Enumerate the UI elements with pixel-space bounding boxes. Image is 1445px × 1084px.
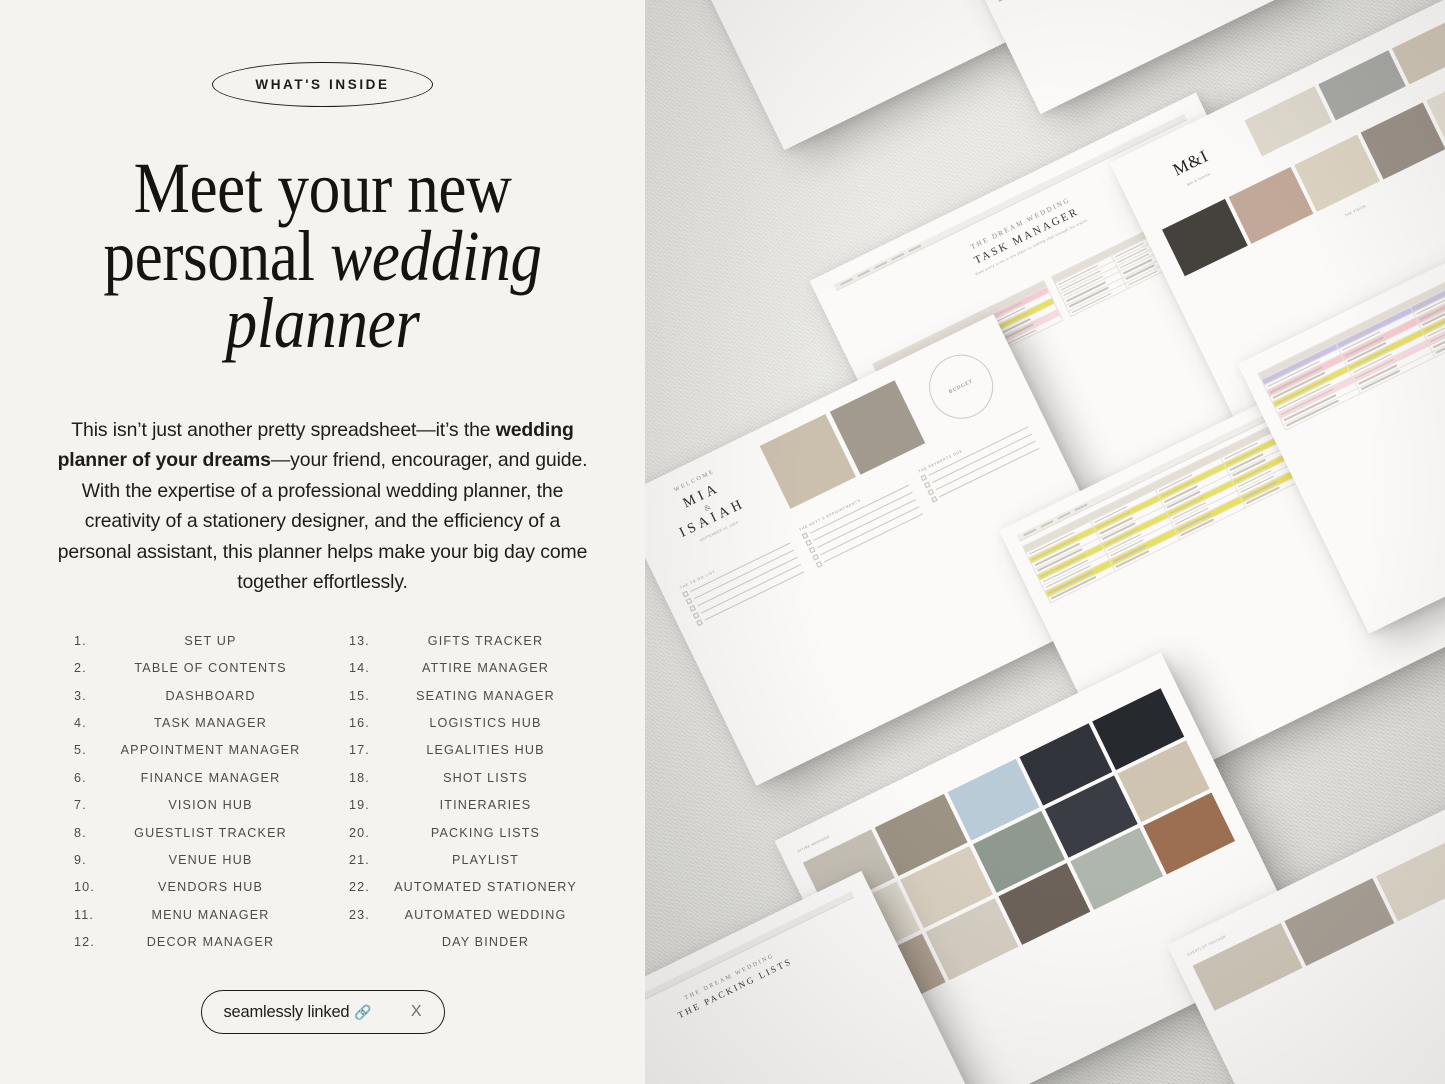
- list-item-number: 9.: [74, 852, 87, 867]
- list-item[interactable]: 6. FINANCE MANAGER: [62, 771, 315, 786]
- list-item-number: 20.: [349, 825, 370, 840]
- list-item-label: ITINERARIES: [439, 798, 532, 813]
- list-item-label: DECOR MANAGER: [146, 934, 275, 949]
- headline-line-2: personal wedding: [39, 220, 607, 292]
- list-item[interactable]: 5. APPOINTMENT MANAGER: [62, 743, 315, 758]
- list-item[interactable]: 10. VENDORS HUB: [62, 880, 315, 895]
- list-item[interactable]: 18. SHOT LISTS: [337, 771, 590, 786]
- list-item[interactable]: 11. MENU MANAGER: [62, 908, 315, 923]
- intro-paragraph: This isn’t just another pretty spreadshe…: [46, 415, 599, 597]
- list-item-number: 3.: [74, 688, 87, 703]
- list-item-number: 5.: [74, 743, 87, 758]
- list-item-label: PLAYLIST: [451, 852, 520, 867]
- list-item[interactable]: 14. ATTIRE MANAGER: [337, 661, 590, 676]
- list-item-label: DASHBOARD: [165, 688, 256, 703]
- list-item-number: 7.: [74, 798, 87, 813]
- page-title: Meet your new personal wedding planner: [39, 148, 607, 364]
- pill-label: seamlessly linked: [223, 1002, 350, 1021]
- list-item[interactable]: 2. TABLE OF CONTENTS: [62, 661, 315, 676]
- list-item[interactable]: 16. LOGISTICS HUB: [337, 716, 590, 731]
- list-item-label: SEATING MANAGER: [416, 688, 555, 703]
- seamlessly-linked-pill[interactable]: seamlessly linked 🔗 X: [200, 990, 445, 1034]
- list-item-label: VENDORS HUB: [157, 880, 264, 895]
- list-item[interactable]: 3. DASHBOARD: [62, 689, 315, 704]
- list-item-number: 21.: [349, 852, 370, 867]
- list-item-label: APPOINTMENT MANAGER: [120, 743, 301, 758]
- seamlessly-linked-pill-wrapper: seamlessly linked 🔗 X: [0, 990, 645, 1034]
- contents-right-column: 13. GIFTS TRACKER 14. ATTIRE MANAGER 15. SE…: [337, 634, 590, 962]
- list-item[interactable]: 12. DECOR MANAGER: [62, 935, 315, 950]
- page-root: WHAT'S INSIDE Meet your new personal wed…: [0, 0, 1445, 1084]
- list-item-number: 17.: [349, 743, 370, 758]
- list-item-number: 13.: [349, 634, 370, 648]
- list-item[interactable]: 17. LEGALITIES HUB: [337, 743, 590, 758]
- list-item[interactable]: 21. PLAYLIST: [337, 853, 590, 868]
- list-item[interactable]: 23. AUTOMATED WEDDING DAY BINDER: [337, 908, 590, 950]
- contents-left-column: 1. SET UP 2. TABLE OF CONTENTS 3. DASHBOARD…: [62, 634, 315, 962]
- list-item-label: SHOT LISTS: [443, 770, 528, 785]
- list-item-number: 1.: [74, 634, 87, 648]
- list-item-label: TABLE OF CONTENTS: [134, 661, 287, 676]
- list-item-label: GUESTLIST TRACKER: [134, 825, 287, 840]
- list-item[interactable]: 20. PACKING LISTS: [337, 826, 590, 841]
- pill-text-group: seamlessly linked 🔗: [224, 1003, 372, 1022]
- list-item[interactable]: 15. SEATING MANAGER: [337, 689, 590, 704]
- panel-vignette: [645, 0, 1445, 1084]
- list-item-label: SET UP: [184, 634, 237, 648]
- paragraph-part-1: This isn’t just another pretty spreadshe…: [71, 419, 496, 441]
- list-item-number: 15.: [349, 688, 370, 703]
- list-item[interactable]: 9. VENUE HUB: [62, 853, 315, 868]
- list-item[interactable]: 4. TASK MANAGER: [62, 716, 315, 731]
- mockup-showcase-panel: THE DREAM WEDDING FINANCE MANAGER: [645, 0, 1445, 1084]
- list-item-label: AUTOMATED WEDDING DAY BINDER: [381, 908, 590, 950]
- list-item-number: 4.: [74, 716, 87, 731]
- list-item-label: LEGALITIES HUB: [426, 743, 545, 758]
- link-icon: 🔗: [354, 1004, 372, 1020]
- close-icon[interactable]: X: [411, 1003, 422, 1021]
- whats-inside-badge: WHAT'S INSIDE: [212, 62, 433, 107]
- list-item-number: 2.: [74, 661, 87, 676]
- list-item-label: AUTOMATED STATIONERY: [394, 880, 577, 895]
- list-item-number: 22.: [349, 880, 370, 895]
- list-item-label: VENUE HUB: [168, 852, 253, 867]
- headline-italic-planner: planner: [225, 283, 420, 364]
- left-content-panel: WHAT'S INSIDE Meet your new personal wed…: [0, 0, 645, 1084]
- list-item-label-line2: DAY BINDER: [441, 934, 530, 949]
- whats-inside-badge-wrapper: WHAT'S INSIDE: [0, 62, 645, 107]
- list-item-label-line1: AUTOMATED WEDDING: [404, 907, 567, 922]
- list-item[interactable]: 19. ITINERARIES: [337, 798, 590, 813]
- list-item-number: 18.: [349, 770, 370, 785]
- list-item[interactable]: 1. SET UP: [62, 634, 315, 649]
- list-item-label: PACKING LISTS: [430, 825, 541, 840]
- list-item-number: 23.: [349, 907, 370, 922]
- list-item-number: 11.: [74, 907, 95, 922]
- list-item-label: FINANCE MANAGER: [140, 770, 281, 785]
- list-item-label: LOGISTICS HUB: [429, 716, 542, 731]
- list-item-number: 12.: [74, 934, 95, 949]
- list-item-number: 14.: [349, 661, 370, 676]
- list-item-number: 10.: [74, 880, 95, 895]
- list-item[interactable]: 13. GIFTS TRACKER: [337, 634, 590, 649]
- contents-list: 1. SET UP 2. TABLE OF CONTENTS 3. DASHBOARD…: [62, 634, 590, 962]
- list-item[interactable]: 7. VISION HUB: [62, 798, 315, 813]
- list-item[interactable]: 8. GUESTLIST TRACKER: [62, 826, 315, 841]
- list-item-label: MENU MANAGER: [151, 907, 270, 922]
- list-item-number: 8.: [74, 825, 87, 840]
- list-item-label: GIFTS TRACKER: [427, 634, 544, 648]
- list-item-number: 19.: [349, 798, 370, 813]
- list-item-number: 16.: [349, 716, 370, 731]
- list-item[interactable]: 22. AUTOMATED STATIONERY: [337, 880, 590, 895]
- headline-line-1: Meet your new: [133, 148, 512, 228]
- list-item-number: 6.: [74, 770, 87, 785]
- list-item-label: VISION HUB: [168, 798, 253, 813]
- list-item-label: TASK MANAGER: [154, 716, 267, 731]
- list-item-label: ATTIRE MANAGER: [421, 661, 550, 676]
